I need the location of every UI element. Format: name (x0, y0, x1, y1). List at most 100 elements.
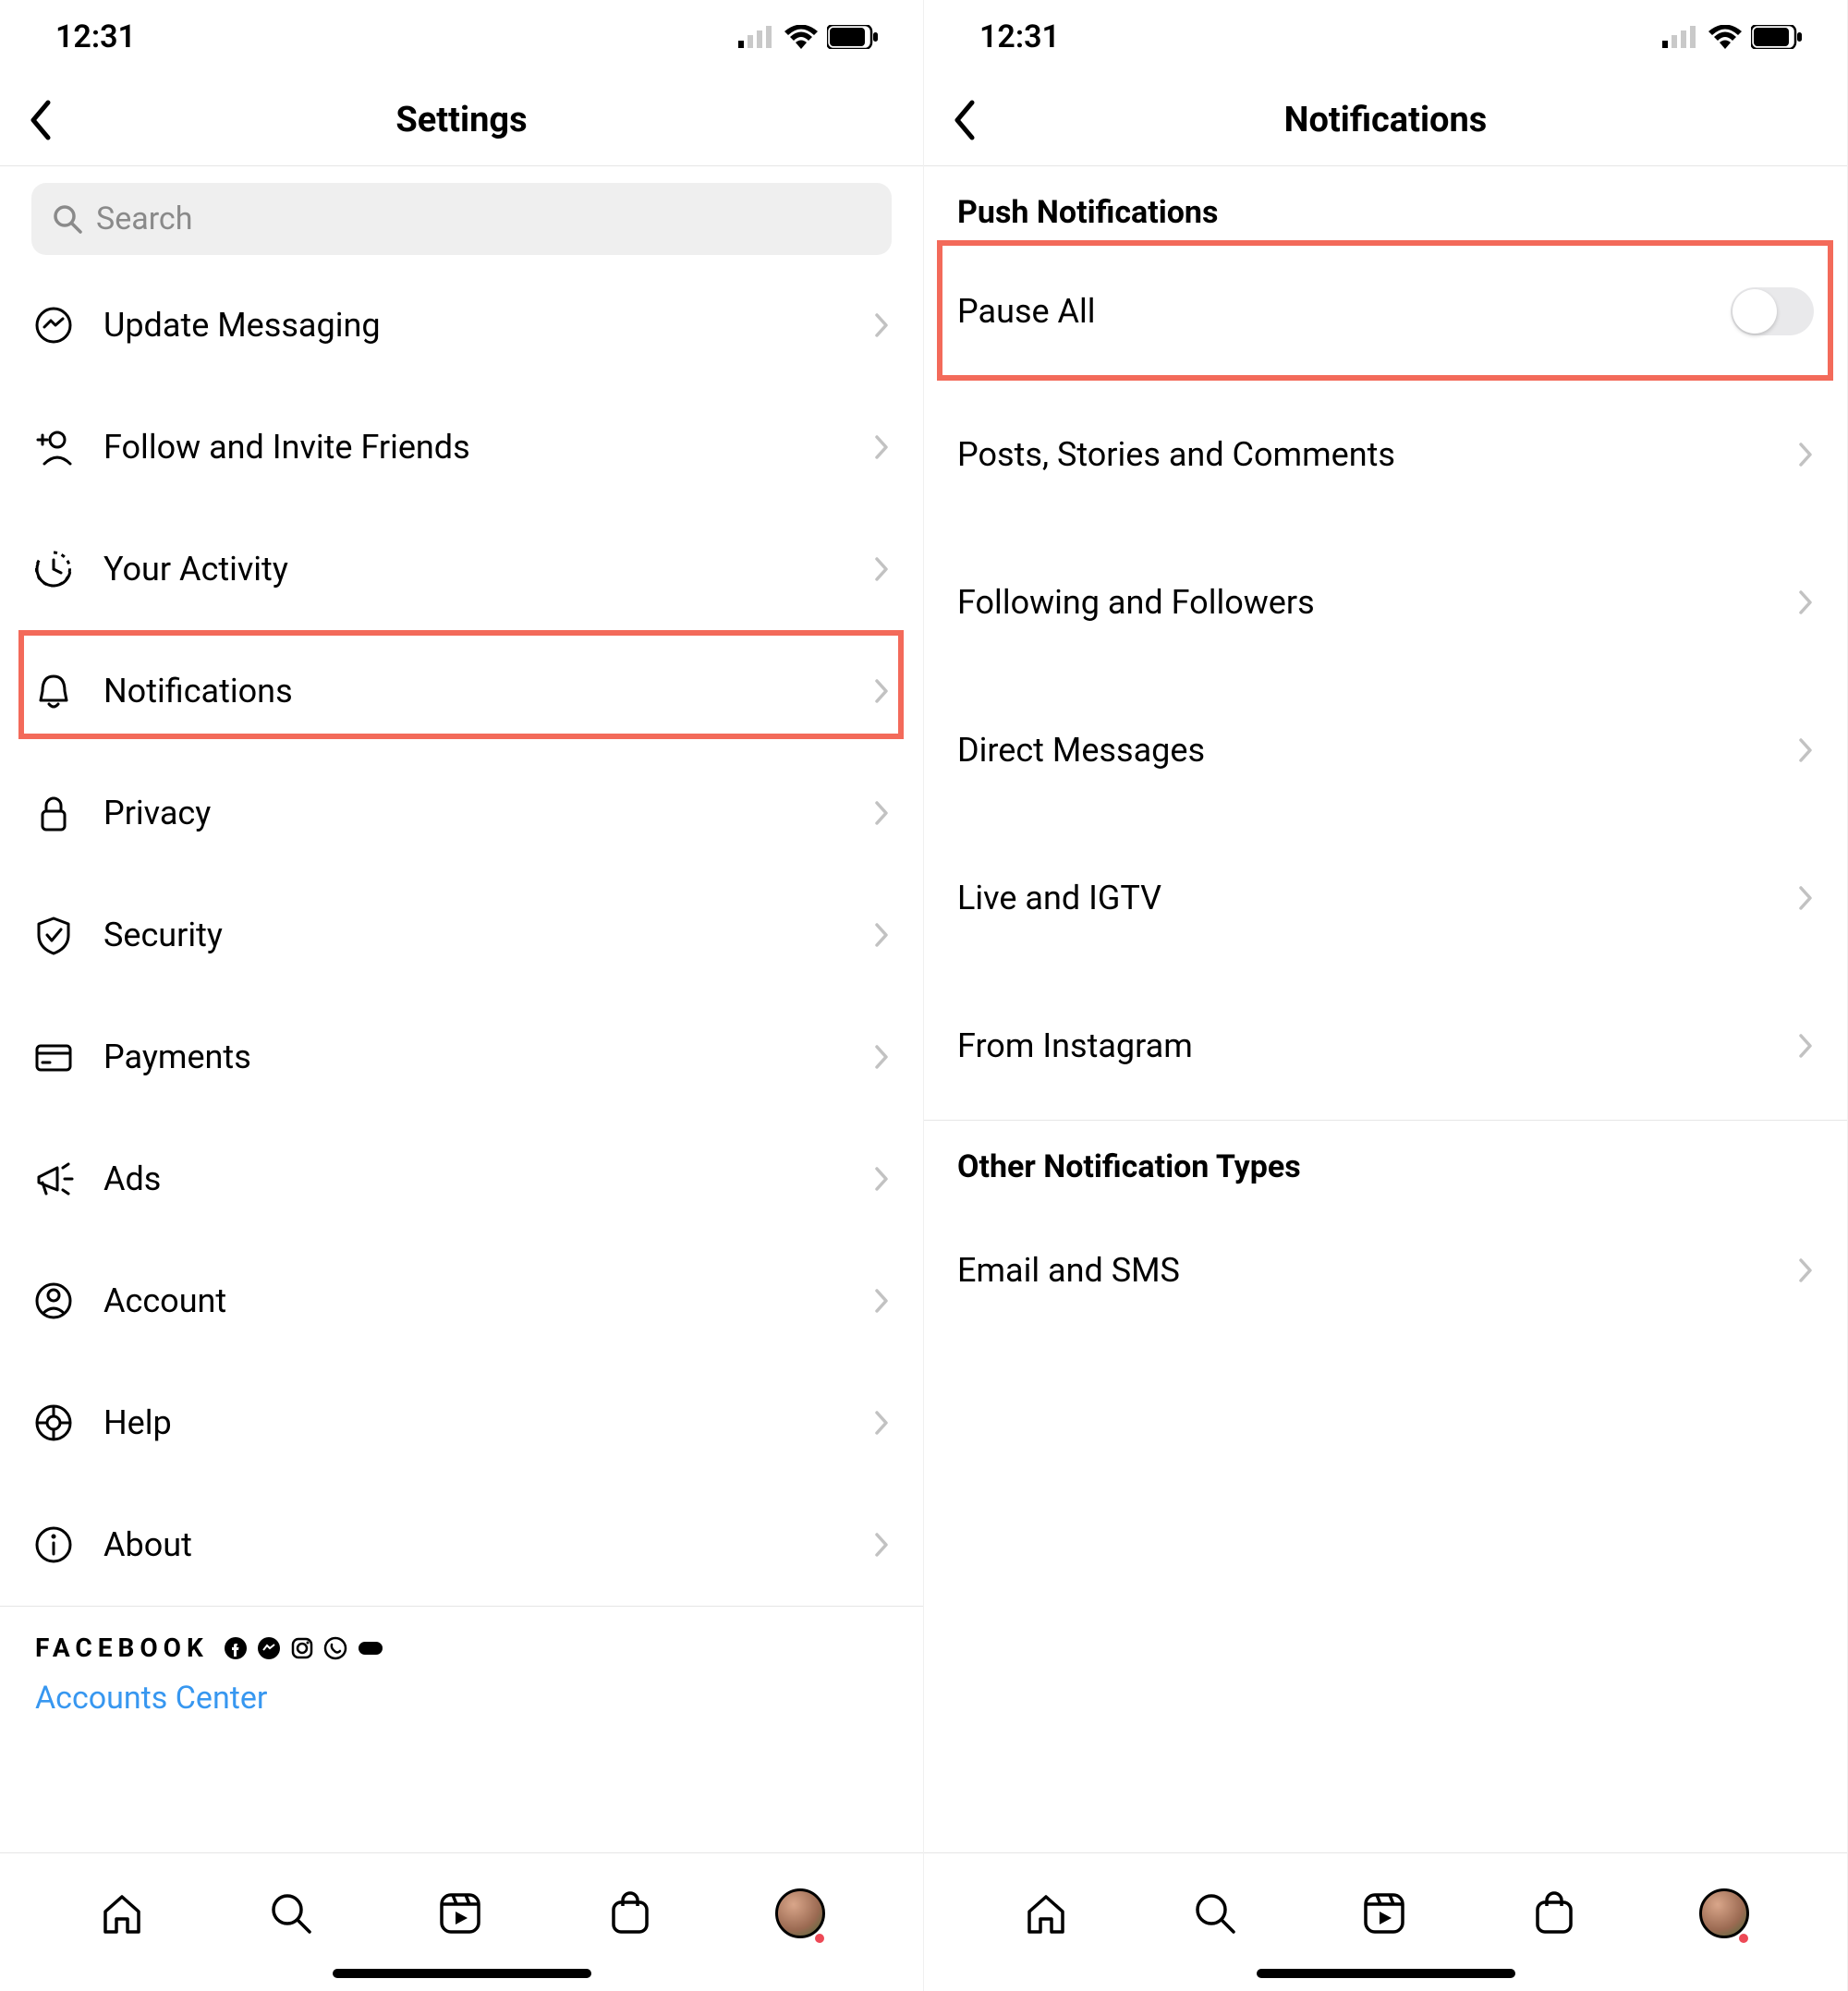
search-tab-icon (1191, 1889, 1239, 1937)
notification-dot-icon (815, 1934, 824, 1943)
search-icon (52, 203, 83, 235)
tab-bar (0, 1852, 923, 1991)
cellular-icon (738, 26, 775, 48)
chevron-right-icon (873, 799, 890, 827)
tab-home[interactable] (98, 1889, 146, 1937)
messenger-circle-icon (257, 1636, 281, 1660)
tab-shop[interactable] (606, 1889, 654, 1937)
notif-item-label: Live and IGTV (957, 879, 1797, 917)
back-button[interactable] (950, 99, 978, 141)
chevron-right-icon (873, 555, 890, 583)
shield-icon (33, 915, 74, 955)
tab-profile[interactable] (775, 1888, 825, 1938)
facebook-circle-icon (224, 1636, 248, 1660)
chevron-left-icon (26, 99, 54, 141)
settings-item-label: Your Activity (103, 550, 873, 589)
accounts-center-link[interactable]: Accounts Center (35, 1680, 888, 1717)
tab-profile[interactable] (1699, 1888, 1749, 1938)
settings-item-about[interactable]: About (0, 1484, 923, 1606)
notif-item-posts-stories[interactable]: Posts, Stories and Comments (924, 381, 1847, 528)
settings-item-label: Security (103, 916, 873, 954)
tab-reels[interactable] (436, 1889, 484, 1937)
shop-icon (1530, 1889, 1578, 1937)
search-tab-icon (267, 1889, 315, 1937)
shop-icon (606, 1889, 654, 1937)
home-indicator (1257, 1969, 1515, 1978)
tab-bar (924, 1852, 1847, 1991)
status-bar: 12:31 (924, 0, 1847, 74)
settings-item-label: Help (103, 1403, 873, 1442)
status-bar: 12:31 (0, 0, 923, 74)
tab-reels[interactable] (1360, 1889, 1408, 1937)
pause-all-toggle[interactable] (1731, 287, 1814, 335)
notif-item-email-sms[interactable]: Email and SMS (924, 1196, 1847, 1344)
facebook-footer: FACEBOOK Accounts Center (0, 1606, 923, 1750)
settings-item-label: Ads (103, 1159, 873, 1198)
settings-item-account[interactable]: Account (0, 1240, 923, 1362)
settings-item-label: Account (103, 1281, 873, 1320)
search-placeholder: Search (96, 200, 192, 237)
settings-item-security[interactable]: Security (0, 874, 923, 996)
notif-item-label: Direct Messages (957, 731, 1797, 770)
settings-item-update-messaging[interactable]: Update Messaging (0, 264, 923, 386)
chevron-right-icon (873, 1165, 890, 1193)
notif-item-from-instagram[interactable]: From Instagram (924, 972, 1847, 1120)
whatsapp-small-icon (323, 1636, 347, 1660)
notif-item-following[interactable]: Following and Followers (924, 528, 1847, 676)
help-icon (33, 1402, 74, 1443)
lock-icon (33, 793, 74, 833)
clock-icon (33, 549, 74, 589)
toggle-knob (1732, 289, 1777, 334)
pause-all-label: Pause All (957, 292, 1731, 331)
page-title: Notifications (924, 100, 1847, 140)
tab-search[interactable] (1191, 1889, 1239, 1937)
account-icon (33, 1281, 74, 1321)
settings-item-help[interactable]: Help (0, 1362, 923, 1484)
chevron-right-icon (873, 1287, 890, 1315)
messenger-icon (33, 305, 74, 346)
avatar (775, 1888, 825, 1938)
back-button[interactable] (26, 99, 54, 141)
chevron-right-icon (1797, 1257, 1814, 1284)
settings-item-privacy[interactable]: Privacy (0, 752, 923, 874)
chevron-right-icon (873, 1409, 890, 1437)
chevron-right-icon (873, 1531, 890, 1559)
notification-dot-icon (1739, 1934, 1748, 1943)
settings-item-payments[interactable]: Payments (0, 996, 923, 1118)
settings-screen: 12:31 Settings Search Update Messaging F… (0, 0, 924, 1991)
tab-home[interactable] (1022, 1889, 1070, 1937)
search-input[interactable]: Search (31, 183, 892, 255)
chevron-right-icon (1797, 736, 1814, 764)
pause-all-row[interactable]: Pause All (924, 242, 1847, 381)
chevron-right-icon (1797, 589, 1814, 616)
settings-item-notifications[interactable]: Notifications (0, 630, 923, 752)
reels-icon (1360, 1889, 1408, 1937)
chevron-right-icon (873, 677, 890, 705)
bell-icon (33, 671, 74, 711)
settings-item-label: Notifications (103, 672, 873, 710)
notifications-screen: 12:31 Notifications Push Notifications P… (924, 0, 1848, 1991)
settings-item-label: About (103, 1525, 873, 1564)
battery-icon (827, 25, 879, 49)
instagram-small-icon (290, 1636, 314, 1660)
notif-item-label: Posts, Stories and Comments (957, 435, 1797, 474)
other-notif-header: Other Notification Types (924, 1121, 1847, 1196)
tab-search[interactable] (267, 1889, 315, 1937)
settings-item-label: Follow and Invite Friends (103, 428, 873, 467)
settings-item-ads[interactable]: Ads (0, 1118, 923, 1240)
settings-item-your-activity[interactable]: Your Activity (0, 508, 923, 630)
add-person-icon (33, 427, 74, 467)
notif-item-label: From Instagram (957, 1026, 1797, 1065)
chevron-right-icon (1797, 441, 1814, 468)
home-indicator (333, 1969, 591, 1978)
megaphone-icon (33, 1159, 74, 1199)
page-title: Settings (0, 100, 923, 140)
notif-item-live-igtv[interactable]: Live and IGTV (924, 824, 1847, 972)
chevron-right-icon (1797, 1032, 1814, 1060)
status-icons (1662, 25, 1803, 49)
notif-item-dm[interactable]: Direct Messages (924, 676, 1847, 824)
tab-shop[interactable] (1530, 1889, 1578, 1937)
chevron-right-icon (873, 1043, 890, 1071)
settings-item-follow-invite[interactable]: Follow and Invite Friends (0, 386, 923, 508)
chevron-left-icon (950, 99, 978, 141)
